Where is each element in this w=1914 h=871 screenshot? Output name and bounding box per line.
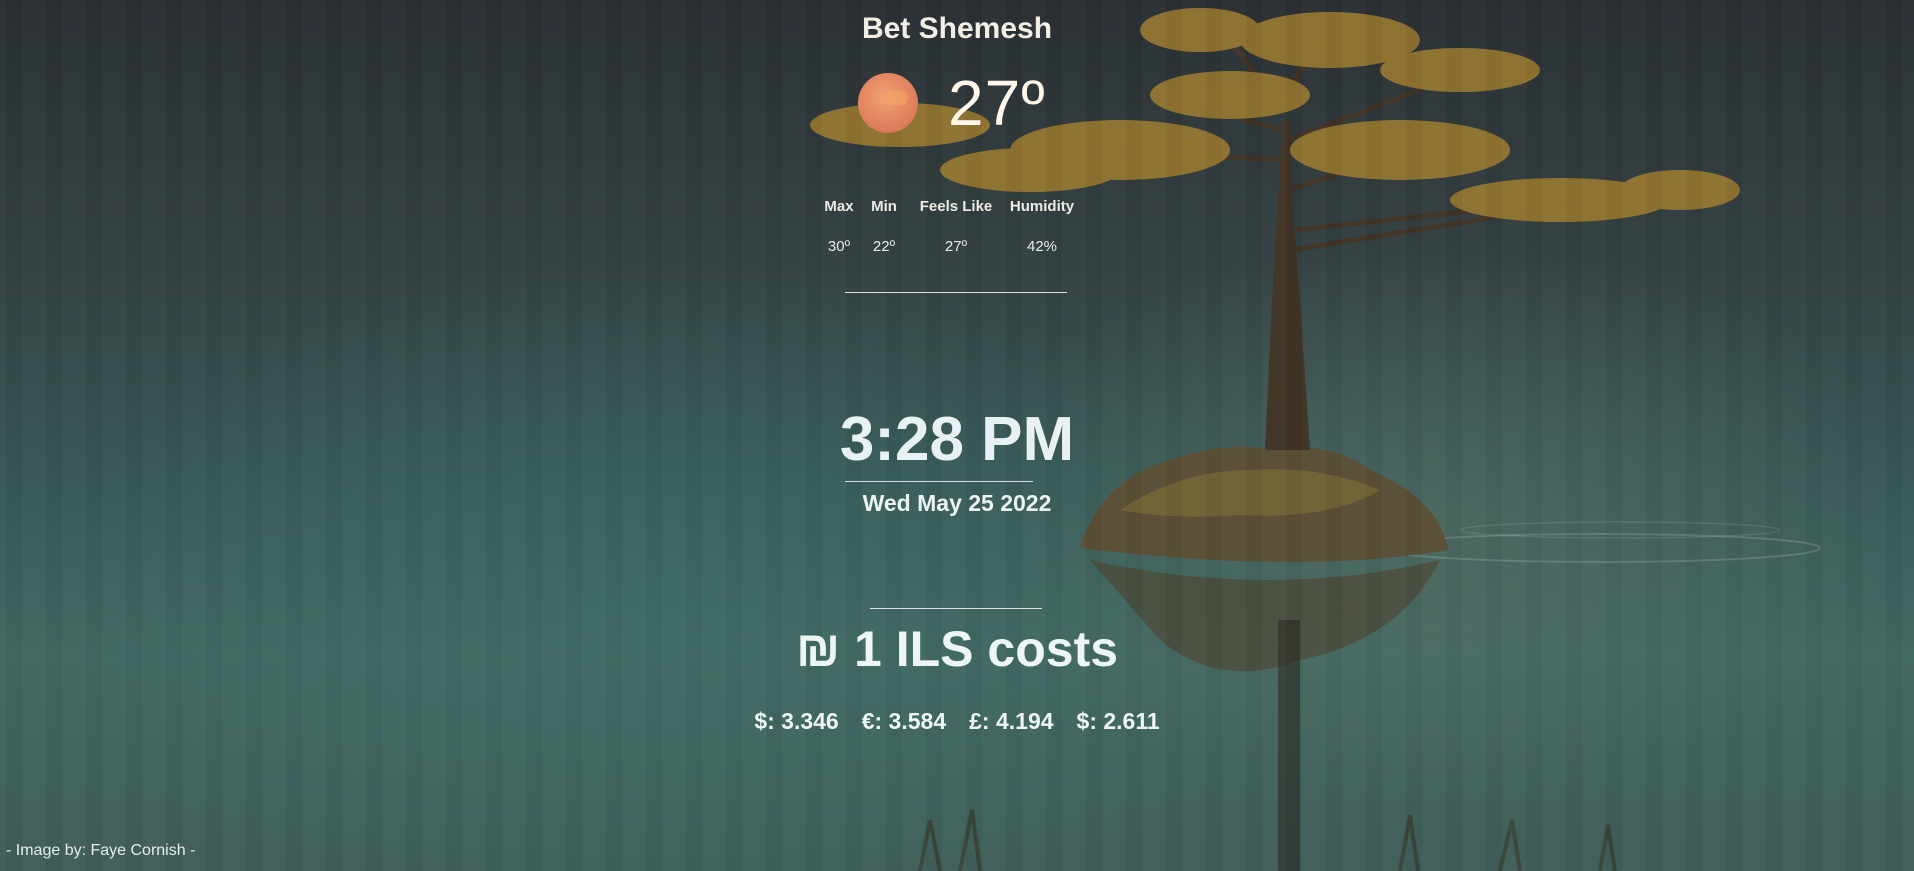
stat-feels-like-label: Feels Like: [919, 198, 993, 215]
current-weather: 27º: [858, 66, 1046, 140]
stat-humidity: Humidity 42%: [1002, 198, 1082, 255]
currency-headline: ₪ 1 ILS costs: [795, 621, 1119, 677]
stat-min: Min 22º: [858, 198, 910, 255]
sun-icon: [858, 73, 918, 133]
clock-time: 3:28 PM: [839, 405, 1075, 474]
clock-date: Wed May 25 2022: [862, 490, 1052, 516]
city-name: Bet Shemesh: [861, 12, 1053, 45]
currency-rates: $: 3.346 €: 3.584 £: 4.194 $: 2.611: [0, 708, 1914, 735]
stat-feels-like-value: 27º: [944, 238, 968, 255]
divider-time: [845, 481, 1033, 482]
page: Bet Shemesh 27º Max 30º Min 22º Feels Li…: [0, 0, 1914, 871]
rate-usd: $: 3.346: [754, 708, 839, 734]
current-temperature: 27º: [948, 67, 1046, 139]
stat-feels-like: Feels Like 27º: [910, 198, 1002, 255]
rate-gbp: £: 4.194: [969, 708, 1054, 734]
stat-max: Max 30º: [820, 198, 858, 255]
stat-min-value: 22º: [872, 238, 896, 255]
rate-dollar-alt: $: 2.611: [1076, 708, 1160, 734]
weather-stats: Max 30º Min 22º Feels Like 27º Humidity …: [820, 198, 1082, 255]
stat-humidity-label: Humidity: [1009, 198, 1075, 215]
divider-weather: [845, 292, 1067, 293]
stat-min-label: Min: [871, 198, 897, 215]
divider-currency: [870, 608, 1042, 609]
image-credit: - Image by: Faye Cornish -: [6, 842, 196, 859]
stat-max-label: Max: [824, 198, 854, 215]
stat-humidity-value: 42%: [1026, 238, 1058, 255]
rate-eur: €: 3.584: [861, 708, 947, 734]
stat-max-value: 30º: [827, 238, 851, 255]
